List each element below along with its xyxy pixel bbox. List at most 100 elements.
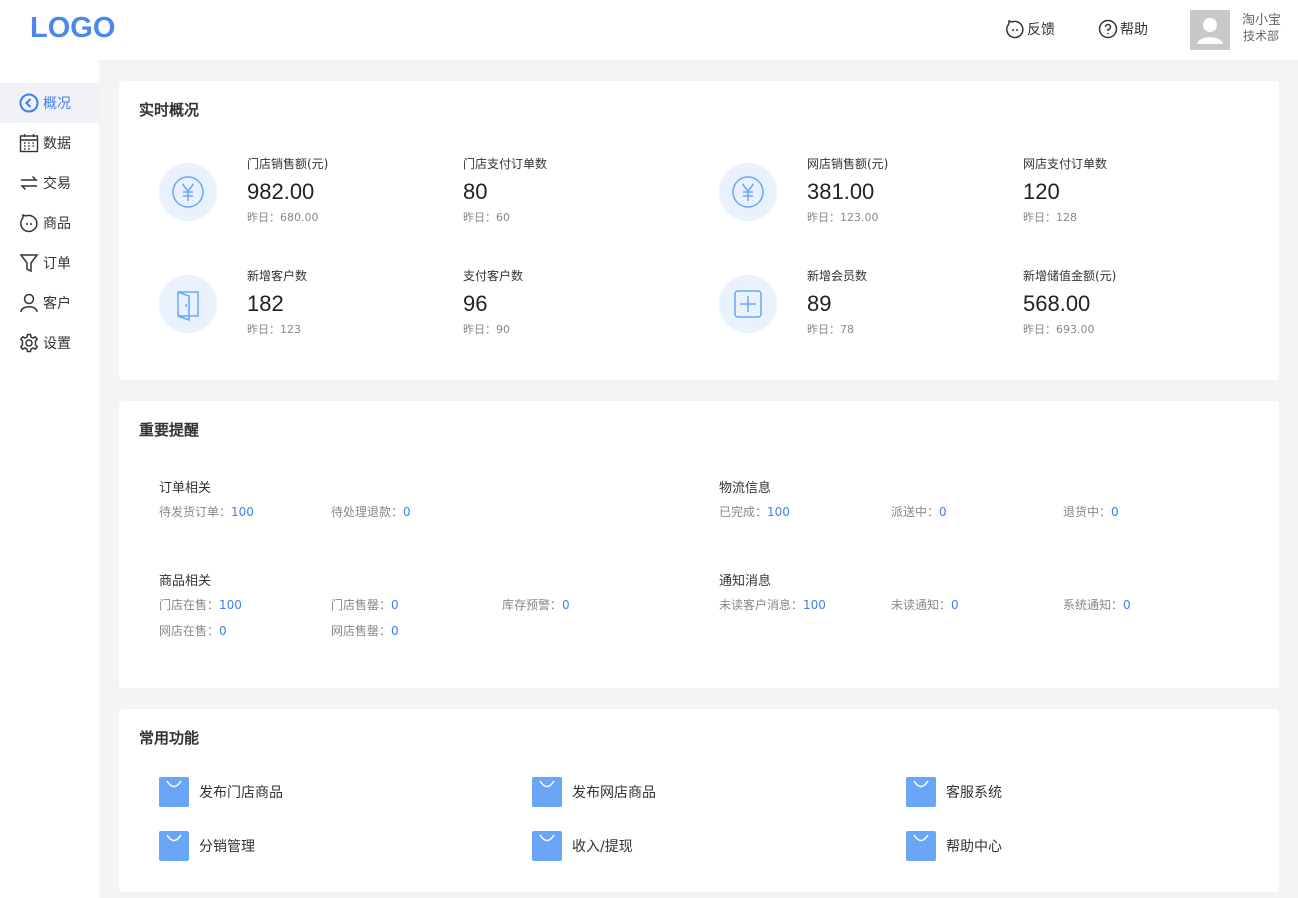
- function-label: 收入/提现: [572, 839, 633, 855]
- stat-value: 96: [463, 291, 488, 316]
- kv-label: 已完成：: [719, 505, 768, 519]
- kv-label: 系统通知：: [1063, 598, 1124, 612]
- stat-new-customers: 新增客户数 182 昨日：123: [247, 268, 307, 337]
- delivering-link[interactable]: 派送中：0: [891, 503, 947, 520]
- stat-yesterday: 昨日：128: [1023, 211, 1077, 224]
- kv-value: 0: [951, 598, 959, 612]
- sidebar-item-data[interactable]: 数据: [0, 123, 99, 163]
- publish-online-goods-button[interactable]: 发布网店商品: [532, 777, 656, 807]
- sidebar: 概况 数据 交易 商品 订单 客户 设置: [0, 60, 99, 898]
- top-header: LOGO 反馈 帮助 淘小宝 技术部: [0, 0, 1298, 60]
- store-on-sale-link[interactable]: 门店在售：100: [159, 596, 242, 613]
- feedback-label: 反馈: [1027, 22, 1055, 38]
- kv-value: 100: [803, 598, 826, 612]
- stat-value: 80: [463, 179, 488, 204]
- function-label: 发布网店商品: [572, 785, 656, 801]
- help-button[interactable]: 帮助: [1098, 19, 1148, 39]
- group-orders-title: 订单相关: [159, 481, 212, 496]
- unread-notice-link[interactable]: 未读通知：0: [891, 596, 959, 613]
- plus-square-icon: [719, 275, 777, 333]
- reminders-card: 重要提醒 订单相关 待发货订单：100 待处理退款：0 物流信息 已完成：100…: [119, 401, 1279, 688]
- stock-warning-link[interactable]: 库存预警：0: [502, 596, 570, 613]
- question-circle-icon: [1098, 19, 1118, 39]
- publish-store-goods-button[interactable]: 发布门店商品: [159, 777, 283, 807]
- stat-new-deposit: 新增储值金额(元) 568.00 昨日：693.00: [1023, 268, 1116, 337]
- face-icon: [1006, 19, 1024, 39]
- kv-label: 派送中：: [891, 505, 940, 519]
- shopping-bag-icon: [159, 777, 189, 807]
- stat-value: 120: [1023, 179, 1060, 204]
- stat-value: 568.00: [1023, 291, 1091, 316]
- kv-label: 退货中：: [1063, 505, 1112, 519]
- pending-shipment-link[interactable]: 待发货订单：100: [159, 503, 254, 520]
- stat-online-sales: 网店销售额(元) 381.00 昨日：123.00: [807, 156, 888, 225]
- kv-value: 0: [403, 505, 411, 519]
- group-goods-title: 商品相关: [159, 574, 212, 589]
- sidebar-item-settings[interactable]: 设置: [0, 323, 99, 363]
- user-department: 技术部: [1243, 29, 1280, 43]
- avatar[interactable]: [1190, 10, 1230, 50]
- feedback-button[interactable]: 反馈: [1005, 19, 1055, 39]
- kv-value: 0: [1123, 598, 1131, 612]
- system-notice-link[interactable]: 系统通知：0: [1063, 596, 1131, 613]
- stat-label: 支付客户数: [463, 269, 524, 283]
- kv-label: 库存预警：: [502, 598, 563, 612]
- income-withdraw-button[interactable]: 收入/提现: [532, 831, 633, 861]
- stat-label: 新增会员数: [807, 269, 868, 283]
- store-sold-out-link[interactable]: 门店售罄：0: [331, 596, 399, 613]
- shopping-bag-icon: [906, 777, 936, 807]
- sidebar-item-label: 客户: [43, 296, 71, 312]
- pending-refund-link[interactable]: 待处理退款：0: [331, 503, 411, 520]
- distribution-management-button[interactable]: 分销管理: [159, 831, 255, 861]
- stat-yesterday: 昨日：680.00: [247, 211, 319, 224]
- kv-label: 网店售罄：: [331, 624, 392, 638]
- stat-store-orders: 门店支付订单数 80 昨日：60: [463, 156, 547, 225]
- kv-label: 待发货订单：: [159, 505, 232, 519]
- logo[interactable]: LOGO: [30, 12, 115, 45]
- sidebar-item-label: 数据: [43, 136, 71, 152]
- kv-value: 0: [219, 624, 227, 638]
- online-sold-out-link[interactable]: 网店售罄：0: [331, 622, 399, 639]
- online-on-sale-link[interactable]: 网店在售：0: [159, 622, 227, 639]
- sidebar-item-orders[interactable]: 订单: [0, 243, 99, 283]
- shopping-bag-icon: [532, 831, 562, 861]
- sidebar-item-label: 概况: [43, 96, 71, 112]
- kv-value: 0: [391, 598, 399, 612]
- unread-customer-msg-link[interactable]: 未读客户消息：100: [719, 596, 826, 613]
- kv-value: 0: [391, 624, 399, 638]
- group-logistics-title: 物流信息: [719, 481, 772, 496]
- kv-value: 100: [219, 598, 242, 612]
- shopping-bag-icon: [532, 777, 562, 807]
- sidebar-item-customers[interactable]: 客户: [0, 283, 99, 323]
- exchange-icon: [20, 175, 38, 191]
- gear-icon: [19, 333, 39, 353]
- stat-yesterday: 昨日：123: [247, 323, 301, 336]
- face-icon: [20, 213, 38, 233]
- user-name[interactable]: 淘小宝: [1242, 13, 1281, 29]
- help-label: 帮助: [1120, 22, 1148, 38]
- completed-link[interactable]: 已完成：100: [719, 503, 790, 520]
- sidebar-item-trade[interactable]: 交易: [0, 163, 99, 203]
- stat-value: 381.00: [807, 179, 875, 204]
- kv-label: 门店售罄：: [331, 598, 392, 612]
- function-label: 帮助中心: [946, 839, 1002, 855]
- sidebar-item-goods[interactable]: 商品: [0, 203, 99, 243]
- help-center-button[interactable]: 帮助中心: [906, 831, 1002, 861]
- stat-label: 门店支付订单数: [463, 157, 548, 171]
- customer-service-button[interactable]: 客服系统: [906, 777, 1002, 807]
- kv-label: 网店在售：: [159, 624, 220, 638]
- kv-value: 100: [767, 505, 790, 519]
- yuan-icon: [159, 163, 217, 221]
- kv-value: 0: [562, 598, 570, 612]
- shopping-bag-icon: [906, 831, 936, 861]
- user-icon: [20, 293, 38, 313]
- kv-value: 0: [939, 505, 947, 519]
- returning-link[interactable]: 退货中：0: [1063, 503, 1119, 520]
- overview-card: 实时概况 门店销售额(元) 982.00 昨日：680.00 门店支付订单数 8…: [119, 81, 1279, 380]
- funnel-icon: [19, 254, 39, 273]
- sidebar-item-overview[interactable]: 概况: [0, 83, 99, 123]
- kv-label: 未读通知：: [891, 598, 952, 612]
- shopping-bag-icon: [159, 831, 189, 861]
- function-label: 客服系统: [946, 785, 1002, 801]
- chevron-left-circle-icon: [19, 93, 39, 113]
